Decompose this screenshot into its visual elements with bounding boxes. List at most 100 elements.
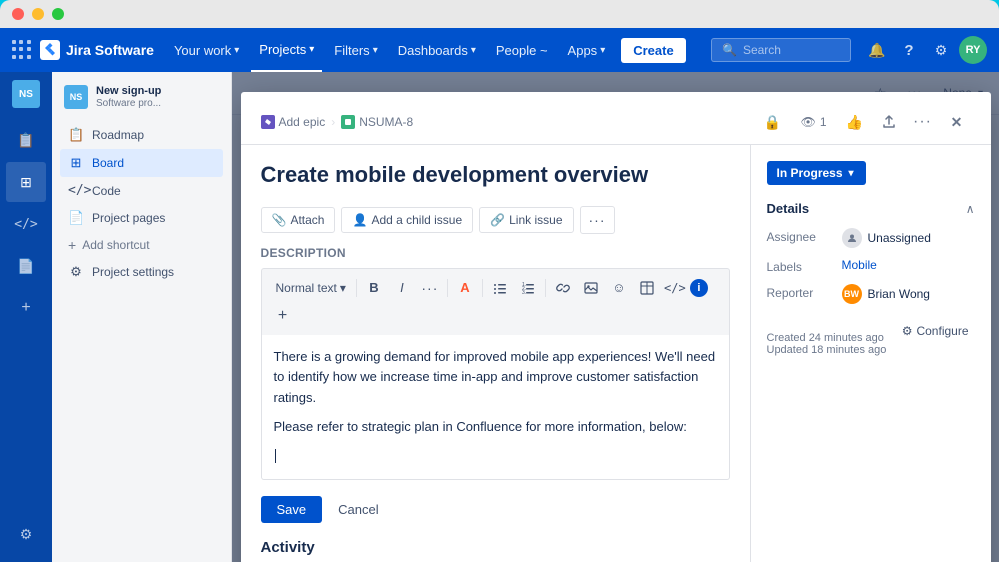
watch-count: 1	[820, 115, 827, 129]
code-editor-button[interactable]: </>	[662, 275, 688, 301]
details-title: Details	[767, 201, 810, 216]
add-panel-icon: +	[68, 237, 76, 253]
roadmap-icon: 📋	[17, 132, 34, 149]
sidebar-item-add-shortcut[interactable]: +	[6, 288, 46, 328]
image-button[interactable]	[578, 275, 604, 301]
sidebar-item-code[interactable]: </>	[6, 204, 46, 244]
editor-paragraph-2: Please refer to strategic plan in Conflu…	[274, 417, 717, 438]
help-button[interactable]: ?	[895, 36, 923, 64]
add-child-issue-button[interactable]: 👤 Add a child issue	[341, 207, 473, 233]
nav-people[interactable]: People ~	[488, 28, 556, 72]
sidebar: NS 📋 ⊞ </> 📄 + ⚙	[0, 72, 52, 562]
sidebar-item-project-pages[interactable]: 📄	[6, 246, 46, 286]
insert-more-button[interactable]: +	[270, 303, 296, 329]
panel-nav-project-pages[interactable]: 📄 Project pages	[60, 204, 223, 232]
assignee-avatar	[842, 228, 862, 248]
nav-apps[interactable]: Apps ▾	[560, 28, 614, 72]
close-modal-button[interactable]: ✕	[943, 108, 971, 136]
emoji-button[interactable]: ☺	[606, 275, 632, 301]
nav-projects[interactable]: Projects ▾	[251, 28, 322, 72]
panel-add-shortcut[interactable]: + Add shortcut	[60, 232, 223, 258]
breadcrumb: Add epic › NSUMA-8	[261, 115, 751, 129]
breadcrumb-story[interactable]: NSUMA-8	[341, 115, 413, 129]
create-button[interactable]: Create	[621, 38, 685, 63]
more-options-button[interactable]: ···	[909, 108, 937, 136]
issue-toolbar: 📎 Attach 👤 Add a child issue 🔗 Link issu…	[261, 206, 730, 234]
table-button[interactable]	[634, 275, 660, 301]
share-button[interactable]	[875, 108, 903, 136]
main-content: ☆ ••• None ▾ Add epic	[232, 72, 999, 562]
editor-paragraph-1: There is a growing demand for improved m…	[274, 347, 717, 409]
thumbsup-button[interactable]: 👍	[841, 108, 869, 136]
editor-content[interactable]: There is a growing demand for improved m…	[261, 335, 730, 480]
jira-logo-text: Jira Software	[66, 42, 154, 58]
mac-maximize-button[interactable]	[52, 8, 64, 20]
info-button[interactable]: i	[690, 279, 708, 297]
svg-text:3.: 3.	[522, 290, 526, 295]
top-navigation: Jira Software Your work ▾ Projects ▾ Fil…	[0, 28, 999, 72]
reporter-value[interactable]: BW Brian Wong	[842, 284, 975, 304]
status-chevron-icon: ▾	[849, 168, 854, 179]
attach-button[interactable]: 📎 Attach	[261, 207, 336, 233]
panel-nav-board[interactable]: ⊞ Board	[60, 149, 223, 177]
status-badge[interactable]: In Progress ▾	[767, 161, 866, 185]
modal-actions: 🔒 👁 1 👍 ··· ✕	[759, 108, 971, 136]
search-bar[interactable]: 🔍 Search	[711, 38, 851, 62]
save-button[interactable]: Save	[261, 496, 323, 523]
bullet-list-button[interactable]	[487, 275, 513, 301]
italic-button[interactable]: I	[389, 275, 415, 301]
project-icon[interactable]: NS	[12, 80, 40, 108]
sidebar-item-settings[interactable]: ⚙	[6, 514, 46, 554]
code-icon: </>	[14, 217, 37, 232]
search-placeholder: Search	[743, 43, 781, 57]
breadcrumb-epic[interactable]: Add epic	[261, 115, 326, 129]
user-avatar[interactable]: RY	[959, 36, 987, 64]
issue-modal: Add epic › NSUMA-8 🔒 👁	[241, 92, 991, 562]
sidebar-item-board[interactable]: ⊞	[6, 162, 46, 202]
mac-minimize-button[interactable]	[32, 8, 44, 20]
more-toolbar-button[interactable]: ···	[580, 206, 615, 234]
link-issue-button[interactable]: 🔗 Link issue	[479, 207, 573, 233]
activity-section: Activity Show: All Comments History Newe…	[261, 523, 730, 562]
numbered-list-button[interactable]: 1. 2. 3.	[515, 275, 541, 301]
reporter-label: Reporter	[767, 284, 842, 300]
details-collapse-button[interactable]: ∧	[966, 202, 975, 216]
format-chevron-icon: ▾	[340, 281, 346, 295]
format-selector[interactable]: Normal text ▾	[270, 278, 352, 298]
epic-icon	[261, 115, 275, 129]
text-color-button[interactable]: A	[452, 275, 478, 301]
settings-button[interactable]: ⚙	[927, 36, 955, 64]
nav-your-work[interactable]: Your work ▾	[166, 28, 247, 72]
more-text-button[interactable]: ···	[417, 275, 443, 301]
assignee-value[interactable]: Unassigned	[842, 228, 975, 248]
project-panel-subtitle: Software pro...	[96, 98, 161, 109]
issue-title[interactable]: Create mobile development overview	[261, 161, 730, 190]
panel-nav-project-settings[interactable]: ⚙ Project settings	[60, 258, 223, 286]
bold-button[interactable]: B	[361, 275, 387, 301]
editor-toolbar: Normal text ▾ B I ··· A	[261, 268, 730, 335]
cancel-button[interactable]: Cancel	[330, 496, 386, 523]
reporter-row: Reporter BW Brian Wong	[767, 284, 975, 304]
nav-filters[interactable]: Filters ▾	[326, 28, 385, 72]
paperclip-icon: 📎	[272, 213, 287, 227]
mac-close-button[interactable]	[12, 8, 24, 20]
notifications-button[interactable]: 🔔	[863, 36, 891, 64]
lock-button[interactable]: 🔒	[759, 108, 787, 136]
watch-button[interactable]: 👁 1	[793, 111, 835, 133]
labels-value[interactable]: Mobile	[842, 258, 975, 272]
sidebar-item-roadmap[interactable]: 📋	[6, 120, 46, 160]
link-editor-button[interactable]	[550, 275, 576, 301]
project-panel-avatar: NS	[64, 85, 88, 109]
chevron-down-icon: ▾	[600, 45, 605, 56]
panel-nav-code[interactable]: </> Code	[60, 177, 223, 204]
roadmap-panel-icon: 📋	[68, 127, 84, 143]
chevron-down-icon: ▾	[309, 44, 314, 55]
pages-panel-icon: 📄	[68, 210, 84, 226]
nav-dashboards[interactable]: Dashboards ▾	[390, 28, 484, 72]
assignee-label: Assignee	[767, 228, 842, 244]
apps-grid-icon[interactable]	[12, 40, 32, 60]
configure-button[interactable]: ⚙ Configure	[896, 320, 975, 342]
project-panel: NS New sign-up Software pro... 📋 Roadmap…	[52, 72, 232, 562]
pages-icon: 📄	[17, 258, 34, 275]
panel-nav-roadmap[interactable]: 📋 Roadmap	[60, 121, 223, 149]
